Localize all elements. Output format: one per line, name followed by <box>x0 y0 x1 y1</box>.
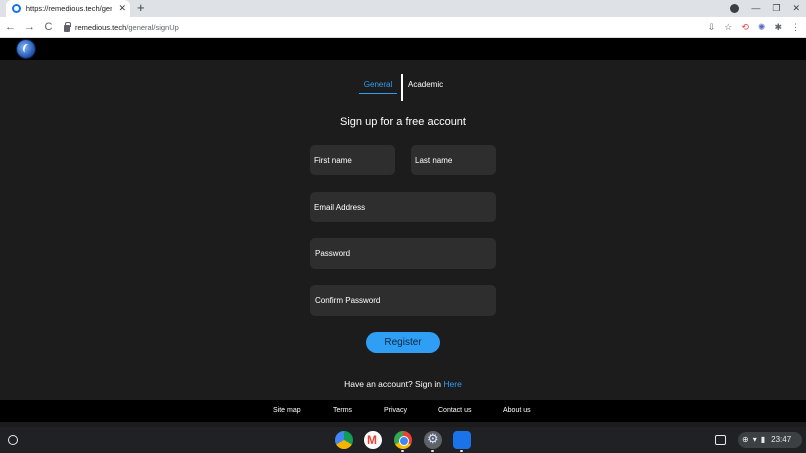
tab-divider <box>401 74 403 101</box>
site-logo[interactable] <box>17 40 35 58</box>
footer-contact-link[interactable]: Contact us <box>438 407 471 414</box>
settings-running-indicator <box>431 450 434 452</box>
extension-icon[interactable]: ⟲ <box>741 20 749 34</box>
tab-general[interactable]: General <box>360 80 396 94</box>
footer-about-link[interactable]: About us <box>503 407 531 414</box>
url-text: remedious.tech/general/signUp <box>75 23 179 32</box>
launcher-icon[interactable] <box>8 435 18 445</box>
install-app-icon[interactable]: ⇩ <box>708 20 716 34</box>
chrome-app-icon[interactable] <box>394 431 412 449</box>
last-name-placeholder: Last name <box>415 155 453 165</box>
forward-button[interactable]: → <box>21 21 38 33</box>
address-bar[interactable]: remedious.tech/general/signUp <box>58 19 698 36</box>
browser-tabstrip: https://remedious.tech/general/ ✕ + — ❐ … <box>0 0 806 17</box>
signin-prompt: Have an account? Sign in Here <box>300 379 506 389</box>
site-footer: Site map Terms Privacy Contact us About … <box>0 400 806 422</box>
page-title: Sign up for a free account <box>340 116 466 128</box>
bookmark-star-icon[interactable]: ☆ <box>724 20 732 34</box>
back-button[interactable]: ← <box>2 21 19 33</box>
url-path: /general/signUp <box>126 23 179 32</box>
browser-tab[interactable]: https://remedious.tech/general/ ✕ <box>6 0 130 17</box>
confirm-password-placeholder: Confirm Password <box>315 296 381 305</box>
footer-site-map-link[interactable]: Site map <box>273 407 301 414</box>
first-name-field[interactable]: First name <box>310 145 395 175</box>
tab-close-icon[interactable]: ✕ <box>118 4 126 13</box>
email-placeholder: Email Address <box>314 202 366 212</box>
reload-button[interactable]: C <box>40 21 57 33</box>
email-field[interactable]: Email Address <box>310 192 496 222</box>
files-app-icon[interactable] <box>453 431 471 449</box>
first-name-placeholder: First name <box>314 155 352 165</box>
maximize-button[interactable]: ❐ <box>772 1 780 15</box>
downloads-icon[interactable] <box>730 3 740 13</box>
footer-privacy-link[interactable]: Privacy <box>384 407 407 414</box>
footer-terms-link[interactable]: Terms <box>333 407 352 414</box>
url-host: remedious.tech <box>75 23 127 32</box>
lock-icon[interactable] <box>64 22 71 32</box>
menu-kebab-icon[interactable]: ⋮ <box>791 20 800 34</box>
minimize-button[interactable]: — <box>751 1 760 15</box>
os-shelf: ⊕ ▾ ▮ 23:47 <box>0 427 806 453</box>
drive-app-icon[interactable] <box>335 431 353 449</box>
site-favicon-icon <box>12 4 21 13</box>
files-running-indicator <box>460 450 463 452</box>
wifi-icon: ▾ <box>752 435 757 444</box>
add-circle-icon: ⊕ <box>742 435 749 444</box>
gmail-app-icon[interactable] <box>364 431 382 449</box>
extensions-puzzle-icon[interactable]: ✱ <box>774 20 782 34</box>
overview-icon[interactable] <box>715 435 726 445</box>
signin-text: Have an account? Sign in <box>344 379 444 389</box>
tab-general-underline <box>359 93 397 94</box>
close-window-button[interactable]: ✕ <box>792 1 800 15</box>
window-controls: — ❐ ✕ <box>730 1 800 15</box>
battery-icon: ▮ <box>760 435 766 444</box>
register-button[interactable]: Register <box>366 332 440 353</box>
password-field[interactable]: Password <box>310 238 496 269</box>
extension-2-icon[interactable]: ✺ <box>758 20 766 34</box>
browser-toolbar: ← → C remedious.tech/general/signUp ⇩ ☆ … <box>0 17 806 38</box>
site-header <box>0 38 806 60</box>
settings-app-icon[interactable] <box>424 431 442 449</box>
password-placeholder: Password <box>315 249 351 258</box>
new-tab-button[interactable]: + <box>137 1 145 15</box>
system-tray[interactable]: ⊕ ▾ ▮ 23:47 <box>738 432 802 448</box>
tab-academic[interactable]: Academic <box>408 80 456 94</box>
toolbar-actions: ⇩ ☆ ⟲ ✺ ✱ ⋮ <box>708 20 800 34</box>
signin-link[interactable]: Here <box>443 379 461 389</box>
last-name-field[interactable]: Last name <box>411 145 496 175</box>
signup-page: General Academic Sign up for a free acco… <box>0 60 806 400</box>
confirm-password-field[interactable]: Confirm Password <box>310 285 496 316</box>
clock: 23:47 <box>771 435 792 444</box>
chrome-running-indicator <box>401 450 404 452</box>
tab-title: https://remedious.tech/general/ <box>25 4 113 13</box>
